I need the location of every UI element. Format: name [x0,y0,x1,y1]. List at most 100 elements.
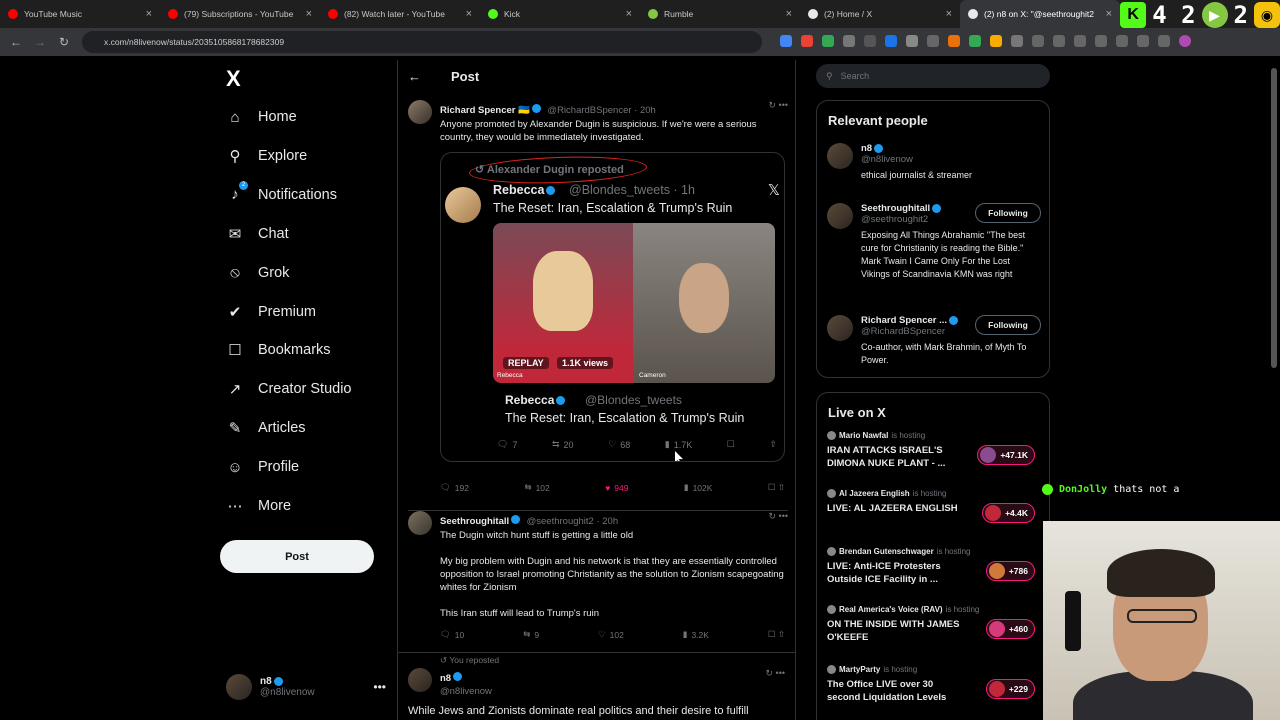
extension-icon[interactable] [990,35,1002,47]
quoted-media-card[interactable]: ↺ Alexander Dugin reposted Rebecca @Blon… [440,152,785,462]
views-button[interactable]: ▮ 102K [684,482,713,493]
repost-button[interactable]: ⇆ 9 [523,629,539,640]
listener-count[interactable]: +4.4K [982,503,1035,523]
browser-tab[interactable]: YouTube Music × [0,0,160,28]
extension-icon[interactable] [1116,35,1128,47]
extension-icon[interactable] [1158,35,1170,47]
sidebar-item-home[interactable]: ⌂ Home [226,106,296,128]
sidebar-item-articles[interactable]: ✎ Articles [226,417,306,439]
forward-nav-icon[interactable]: → [28,35,52,49]
relevant-person[interactable]: Richard Spencer ... @RichardBSpencer Co-au… [827,315,1041,367]
tweet-author-name[interactable]: Seethroughitall [440,516,509,527]
extension-icon[interactable] [843,35,855,47]
following-button[interactable]: Following [975,315,1041,335]
extension-icon[interactable] [948,35,960,47]
listener-count[interactable]: +229 [985,679,1035,699]
extension-icon[interactable] [906,35,918,47]
x-logo[interactable]: X [226,66,241,92]
reload-icon[interactable]: ↻ [52,35,76,49]
reply-button[interactable]: 🗨 10 [440,629,464,640]
browser-tab[interactable]: (2) n8 on X: "@seethroughit2 × [960,0,1120,28]
browser-tab[interactable]: (79) Subscriptions - YouTube × [160,0,320,28]
avatar[interactable] [408,668,432,692]
extension-icon[interactable] [927,35,939,47]
extension-icon[interactable] [801,35,813,47]
extension-icon[interactable] [1074,35,1086,47]
close-tab-icon[interactable]: × [626,8,632,20]
more-options-icon[interactable]: ↻ ••• [769,511,789,522]
views-button[interactable]: ▮ 3.2K [683,629,709,640]
live-broadcast-item[interactable]: Real America's Voice (RAV) is hosting ON T… [827,605,1041,644]
more-options-icon[interactable]: ••• [373,680,386,694]
profile-avatar-icon[interactable] [1179,35,1191,47]
more-options-icon[interactable]: ↻ ••• [769,100,789,111]
extension-icon[interactable] [1011,35,1023,47]
sidebar-item-bookmarks[interactable]: ☐ Bookmarks [226,339,330,361]
extension-icon[interactable] [780,35,792,47]
bookmark-button[interactable]: ☐ ⇧ [768,629,785,640]
extension-icon[interactable] [885,35,897,47]
close-tab-icon[interactable]: × [466,8,472,20]
following-button[interactable]: Following [975,203,1041,223]
post-button[interactable]: Post [220,540,374,573]
sidebar-item-explore[interactable]: ⚲ Explore [226,145,308,167]
back-arrow-icon[interactable]: ← [408,69,421,84]
live-broadcast-item[interactable]: Al Jazeera English is hosting LIVE: AL JAZ… [827,489,1041,523]
extension-icon[interactable] [1095,35,1107,47]
tweet[interactable]: Richard Spencer 🇺🇦 @RichardBSpencer · 20… [408,100,788,505]
scrollbar-thumb[interactable] [1271,68,1277,368]
avatar[interactable] [827,143,853,169]
close-tab-icon[interactable]: × [786,8,792,20]
browser-tab[interactable]: (2) Home / X × [800,0,960,28]
back-nav-icon[interactable]: ← [4,35,28,49]
close-tab-icon[interactable]: × [1106,8,1112,20]
like-button[interactable]: ♡ 102 [598,629,624,640]
extension-icon[interactable] [864,35,876,47]
listener-count[interactable]: +786 [985,561,1035,581]
extension-icon[interactable] [1053,35,1065,47]
extension-icon[interactable] [969,35,981,47]
person-name[interactable]: n8 [861,143,1041,154]
listener-count[interactable]: +47.1K [977,445,1035,465]
sidebar-item-more[interactable]: ⋯ More [226,495,292,517]
live-broadcast-item[interactable]: MartyParty is hosting The Office LIVE over… [827,665,1041,704]
avatar[interactable] [408,100,432,124]
page-scrollbar[interactable] [1270,60,1278,720]
relevant-person[interactable]: Seethroughitall @seethroughit2 Exposing Al… [827,203,1041,281]
more-options-icon[interactable]: ↻ ••• [766,668,786,679]
tweet-author-name[interactable]: n8 [440,673,451,684]
extension-icon[interactable] [822,35,834,47]
tweet[interactable]: Seethroughitall @seethroughit2 · 20h ↻ •… [408,510,788,650]
sidebar-item-chat[interactable]: ✉ Chat [226,223,289,245]
sidebar-item-notifications[interactable]: ♪ 2 Notifications [226,180,337,206]
browser-tab[interactable]: Kick × [480,0,640,28]
mail-icon: ✉ [228,225,242,243]
browser-tab[interactable]: (82) Watch later - YouTube × [320,0,480,28]
live-broadcast-item[interactable]: Mario Nawfal is hosting IRAN ATTACKS ISRAE… [827,431,1041,470]
avatar[interactable] [827,315,853,341]
bookmark-button[interactable]: ☐ ⇧ [768,482,785,493]
search-input[interactable]: ⚲ Search [816,64,1050,88]
close-tab-icon[interactable]: × [946,8,952,20]
sidebar-item-creator-studio[interactable]: ↗ Creator Studio [226,378,352,400]
url-bar[interactable]: x.com/n8livenow/status/20351058681786823… [82,31,762,53]
repost-button[interactable]: ⇆ 102 [524,482,549,493]
listener-count[interactable]: +460 [985,619,1035,639]
tweet-author-name[interactable]: Richard Spencer 🇺🇦 [440,105,530,116]
tweet[interactable]: ↺ You reposted n8 ↻ ••• @n8livenow While… [398,652,795,718]
live-broadcast-item[interactable]: Brendan Gutenschwager is hosting LIVE: Ant… [827,547,1041,586]
avatar[interactable] [408,511,432,535]
extension-icon[interactable] [1032,35,1044,47]
close-tab-icon[interactable]: × [146,8,152,20]
sidebar-item-grok[interactable]: ⦸ Grok [226,262,289,284]
sidebar-item-premium[interactable]: ✔ Premium [226,301,316,323]
relevant-person[interactable]: n8 @n8livenow ethical journalist & streame… [827,143,1041,182]
reply-button[interactable]: 🗨 192 [440,482,469,493]
like-button[interactable]: ♥ 949 [605,482,628,493]
account-switcher[interactable]: n8 @n8livenow ••• [226,674,386,700]
browser-tab[interactable]: Rumble × [640,0,800,28]
sidebar-item-profile[interactable]: ☺ Profile [226,456,299,478]
close-tab-icon[interactable]: × [306,8,312,20]
extension-icon[interactable] [1137,35,1149,47]
avatar[interactable] [827,203,853,229]
